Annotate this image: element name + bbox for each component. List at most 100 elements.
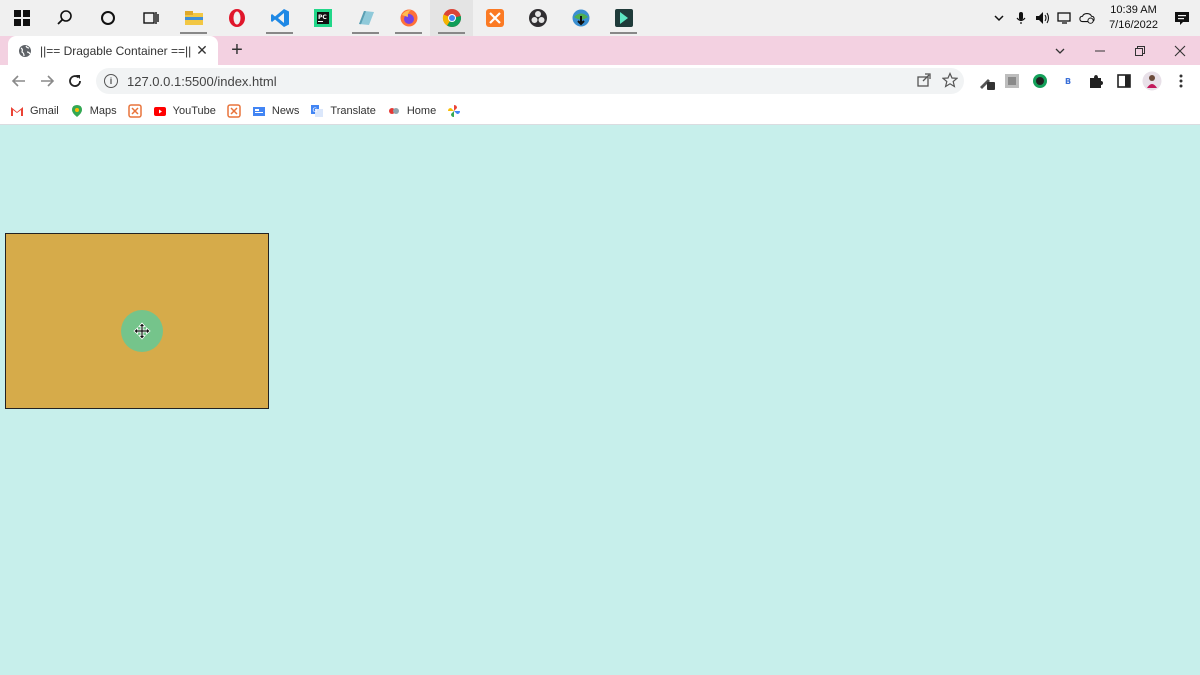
news-icon [252, 106, 265, 116]
back-button[interactable] [7, 69, 31, 93]
idm-icon [572, 9, 589, 27]
vscode-button[interactable] [258, 0, 301, 36]
cortana-button[interactable] [86, 0, 129, 36]
bookmark-star-icon[interactable] [942, 72, 958, 88]
firefox-button[interactable] [387, 0, 430, 36]
opera-button[interactable] [215, 0, 258, 36]
extension-b-icon[interactable]: B [1057, 70, 1079, 92]
onedrive-sync-icon[interactable] [1079, 10, 1095, 26]
browser-toolbar: i 127.0.0.1:5500/index.html B [0, 65, 1200, 97]
arrow-right-icon [41, 75, 55, 87]
close-tab-icon[interactable]: ✕ [194, 42, 210, 59]
minimize-icon [1095, 50, 1105, 51]
svg-text:PC: PC [318, 14, 327, 21]
extension-grammar-icon[interactable] [1029, 70, 1051, 92]
site-info-icon[interactable]: i [104, 74, 118, 88]
svg-text:B: B [1065, 77, 1071, 86]
bookmark-home[interactable]: Home [387, 104, 436, 118]
task-view-icon [142, 12, 159, 24]
system-clock[interactable]: 10:39 AM 7/16/2022 [1101, 3, 1168, 33]
draggable-container[interactable] [5, 233, 269, 409]
filmora-button[interactable] [602, 0, 645, 36]
extension-eyedropper-icon[interactable] [975, 70, 997, 92]
taskbar-search-button[interactable] [43, 0, 86, 36]
chrome-menu-icon[interactable] [1170, 70, 1192, 92]
restore-button[interactable] [1120, 36, 1160, 65]
bookmark-photos[interactable] [447, 104, 461, 118]
xampp-icon [227, 103, 241, 118]
file-explorer-button[interactable] [172, 0, 215, 36]
new-tab-button[interactable]: + [226, 39, 248, 61]
browser-tab-strip: ||== Dragable Container ==|| ✕ + [0, 36, 1200, 65]
chevron-down-icon [1055, 48, 1065, 54]
bookmark-news[interactable]: News [252, 104, 300, 118]
share-icon[interactable] [916, 72, 932, 88]
bookmark-translate[interactable]: G Translate [310, 104, 376, 118]
bookmark-label: News [271, 104, 300, 117]
close-window-button[interactable] [1160, 36, 1200, 65]
arrow-left-icon [11, 75, 25, 87]
tab-search-button[interactable] [1040, 36, 1080, 65]
microphone-icon[interactable] [1013, 10, 1029, 26]
notifications-icon[interactable] [1174, 10, 1190, 26]
bookmark-label: Gmail [30, 104, 59, 117]
bookmark-youtube[interactable]: YouTube [153, 104, 216, 118]
firefox-icon [400, 9, 417, 27]
translate-icon: G [311, 104, 324, 117]
bookmark-label: YouTube [172, 104, 216, 117]
task-view-button[interactable] [129, 0, 172, 36]
bookmark-xampp-2[interactable] [227, 103, 241, 118]
bookmark-label: Maps [89, 104, 117, 117]
idm-button[interactable] [559, 0, 602, 36]
notepad-button[interactable] [344, 0, 387, 36]
reload-button[interactable] [63, 69, 87, 93]
opera-icon [228, 9, 245, 27]
chrome-button[interactable] [430, 0, 473, 36]
address-bar[interactable]: i 127.0.0.1:5500/index.html [96, 68, 964, 94]
windows-logo-icon [13, 10, 30, 26]
forward-button[interactable] [35, 69, 59, 93]
bookmark-label: Home [406, 104, 437, 117]
page-content [0, 126, 1200, 675]
network-icon[interactable] [1057, 10, 1073, 26]
move-cursor-icon [133, 322, 151, 340]
vscode-icon [270, 9, 289, 27]
bookmark-xampp-1[interactable] [127, 103, 142, 118]
volume-icon[interactable] [1035, 10, 1051, 26]
obs-button[interactable] [516, 0, 559, 36]
clock-date: 7/16/2022 [1109, 19, 1158, 31]
xampp-icon [485, 9, 504, 27]
minimize-button[interactable] [1080, 36, 1120, 65]
pycharm-button[interactable]: PC [301, 0, 344, 36]
bookmark-label: Translate [330, 104, 376, 117]
xampp-icon [127, 103, 142, 118]
pycharm-icon: PC [313, 9, 332, 27]
search-icon [56, 10, 72, 25]
chevron-up-icon[interactable] [991, 10, 1007, 26]
obs-icon [528, 9, 547, 27]
bookmark-gmail[interactable]: Gmail [10, 104, 59, 118]
browser-tab-active[interactable]: ||== Dragable Container ==|| ✕ [8, 36, 218, 65]
profile-avatar[interactable] [1141, 70, 1163, 92]
start-button[interactable] [0, 0, 43, 36]
google-photos-icon [448, 104, 461, 117]
reload-icon [69, 75, 81, 87]
cortana-icon [100, 11, 115, 25]
maps-icon [71, 104, 82, 117]
clock-time: 10:39 AM [1110, 4, 1157, 16]
side-panel-icon[interactable] [1113, 70, 1135, 92]
bookmarks-bar: Gmail Maps YouTube News G Translate Home [0, 97, 1200, 125]
gmail-icon [11, 106, 23, 116]
extensions-puzzle-icon[interactable] [1085, 70, 1107, 92]
tab-title: ||== Dragable Container ==|| [40, 43, 192, 58]
xampp-button[interactable] [473, 0, 516, 36]
url-text: 127.0.0.1:5500/index.html [127, 73, 277, 89]
chrome-icon [442, 9, 461, 28]
bookmark-maps[interactable]: Maps [70, 104, 117, 118]
youtube-icon [153, 106, 166, 116]
notepad-icon [358, 11, 374, 25]
extension-image-icon[interactable] [1001, 70, 1023, 92]
globe-icon [19, 44, 31, 57]
close-icon [1174, 45, 1186, 56]
home-icon [388, 107, 399, 114]
